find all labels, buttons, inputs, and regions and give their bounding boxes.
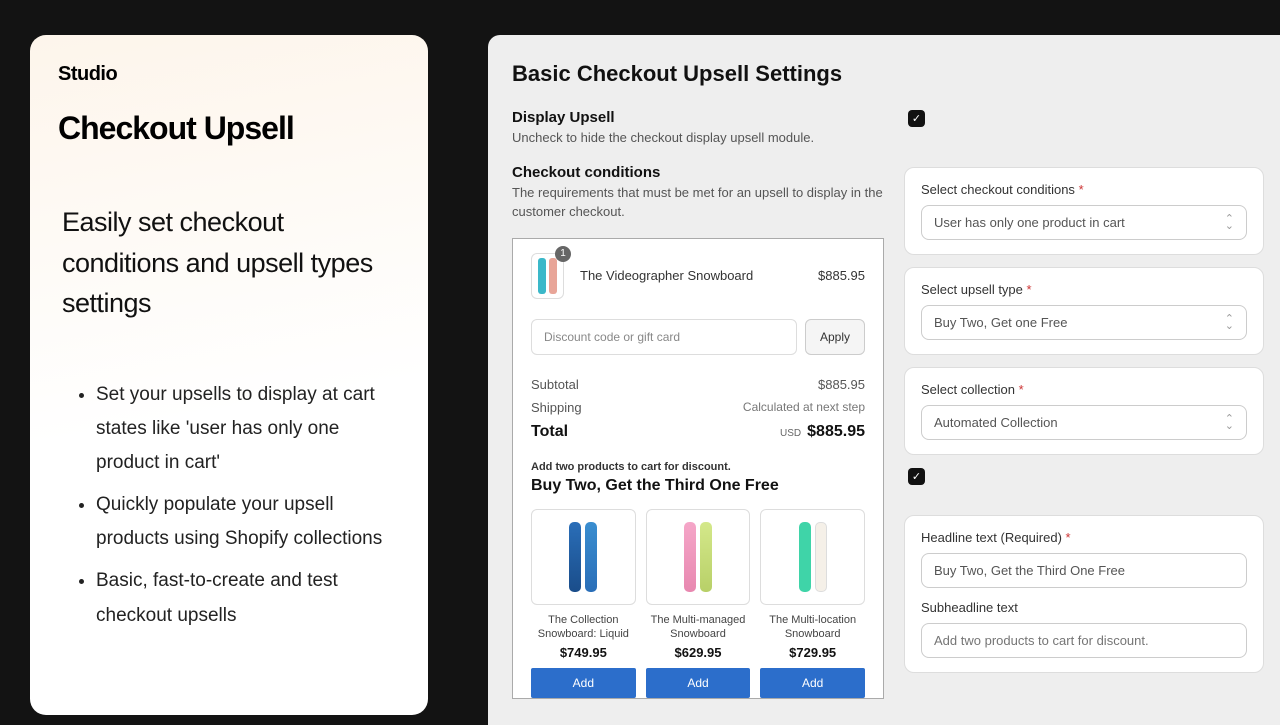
total-label: Total — [531, 423, 568, 441]
total-value: $885.95 — [807, 423, 865, 440]
field-label: Headline text (Required) * — [921, 530, 1247, 545]
qty-badge: 1 — [555, 246, 571, 262]
checkout-conditions-card: Select checkout conditions * User has on… — [904, 167, 1264, 255]
upsell-tile: The Multi-managed Snowboard $629.95 Add — [646, 509, 751, 699]
secondary-checkbox[interactable]: ✓ — [908, 468, 925, 485]
product-name: The Collection Snowboard: Liquid — [531, 613, 636, 642]
feature-item: Quickly populate your upsell products us… — [96, 488, 400, 556]
feature-item: Set your upsells to display at cart stat… — [96, 378, 400, 481]
discount-input[interactable]: Discount code or gift card — [531, 319, 797, 355]
upsell-type-select[interactable]: Buy Two, Get one Free⌃⌄ — [921, 305, 1247, 340]
brand-logo: Studio — [58, 63, 400, 86]
sidebar-subtitle: Easily set checkout conditions and upsel… — [58, 202, 400, 324]
product-price: $729.95 — [760, 645, 865, 660]
upsell-subhead: Add two products to cart for discount. — [531, 461, 865, 473]
currency-code: USD — [780, 428, 801, 439]
sidebar-title: Checkout Upsell — [58, 110, 400, 147]
checkout-preview: 1 The Videographer Snowboard $885.95 Dis… — [512, 238, 884, 700]
checkout-conditions-desc: The requirements that must be met for an… — [512, 184, 884, 222]
chevron-updown-icon: ⌃⌄ — [1225, 216, 1234, 229]
add-button[interactable]: Add — [646, 668, 751, 698]
shipping-label: Shipping — [531, 400, 582, 415]
checkout-conditions-select[interactable]: User has only one product in cart⌃⌄ — [921, 205, 1247, 240]
product-price: $749.95 — [531, 645, 636, 660]
upsell-type-card: Select upsell type * Buy Two, Get one Fr… — [904, 267, 1264, 355]
field-label: Subheadline text — [921, 600, 1247, 615]
field-label: Select checkout conditions * — [921, 182, 1247, 197]
shipping-value: Calculated at next step — [743, 400, 865, 415]
upsell-tile: The Collection Snowboard: Liquid $749.95… — [531, 509, 636, 699]
field-label: Select collection * — [921, 382, 1247, 397]
display-upsell-label: Display Upsell — [512, 109, 884, 126]
checkout-conditions-label: Checkout conditions — [512, 164, 884, 181]
subtotal-value: $885.95 — [818, 377, 865, 392]
headline-input[interactable]: Buy Two, Get the Third One Free — [921, 553, 1247, 588]
product-name: The Multi-managed Snowboard — [646, 613, 751, 642]
page-title: Basic Checkout Upsell Settings — [512, 61, 1264, 87]
marketing-sidebar: Studio Checkout Upsell Easily set checko… — [30, 35, 428, 715]
upsell-headline: Buy Two, Get the Third One Free — [531, 477, 865, 495]
feature-item: Basic, fast-to-create and test checkout … — [96, 564, 400, 632]
apply-button[interactable]: Apply — [805, 319, 865, 355]
collection-card: Select collection * Automated Collection… — [904, 367, 1264, 455]
cart-item-name: The Videographer Snowboard — [580, 268, 802, 283]
product-name: The Multi-location Snowboard — [760, 613, 865, 642]
product-image — [646, 509, 751, 605]
chevron-updown-icon: ⌃⌄ — [1225, 416, 1234, 429]
product-image — [760, 509, 865, 605]
display-upsell-desc: Uncheck to hide the checkout display ups… — [512, 129, 884, 148]
cart-item-thumb: 1 — [531, 253, 564, 299]
collection-select[interactable]: Automated Collection⌃⌄ — [921, 405, 1247, 440]
headline-card: Headline text (Required) * Buy Two, Get … — [904, 515, 1264, 673]
feature-list: Set your upsells to display at cart stat… — [58, 378, 400, 633]
cart-item-price: $885.95 — [818, 268, 865, 283]
product-image — [531, 509, 636, 605]
upsell-tile: The Multi-location Snowboard $729.95 Add — [760, 509, 865, 699]
add-button[interactable]: Add — [531, 668, 636, 698]
display-upsell-checkbox[interactable]: ✓ — [908, 110, 925, 127]
product-price: $629.95 — [646, 645, 751, 660]
subheadline-input[interactable] — [921, 623, 1247, 658]
chevron-updown-icon: ⌃⌄ — [1225, 316, 1234, 329]
settings-panel: Basic Checkout Upsell Settings Display U… — [488, 35, 1280, 725]
subtotal-label: Subtotal — [531, 377, 579, 392]
field-label: Select upsell type * — [921, 282, 1247, 297]
add-button[interactable]: Add — [760, 668, 865, 698]
